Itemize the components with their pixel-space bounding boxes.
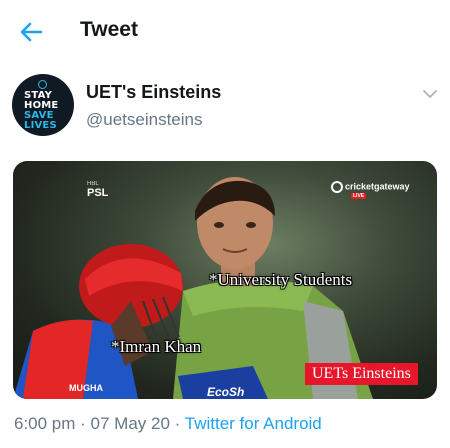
tweet-meta: 6:00 pm · 07 May 20 · Twitter for Androi… [14, 414, 322, 434]
tweet-menu-button[interactable] [418, 82, 442, 106]
meta-separator: · [75, 414, 91, 433]
tweet-source-link[interactable]: Twitter for Android [185, 414, 322, 433]
page-title: Tweet [80, 18, 138, 41]
avatar[interactable]: STAY HOME SAVE LIVES [12, 74, 74, 136]
virus-icon [38, 80, 47, 89]
author-handle[interactable]: @uetseinsteins [86, 110, 203, 130]
tweet-author: STAY HOME SAVE LIVES UET's Einsteins @ue… [0, 64, 450, 144]
tweet-media-image[interactable]: HBL PSL cricketgateway LIVE *University … [13, 161, 437, 399]
jersey-text: MUGHA [69, 383, 103, 393]
chevron-down-icon [423, 90, 437, 98]
author-display-name[interactable]: UET's Einsteins [86, 82, 221, 103]
tweet-time: 6:00 pm [14, 414, 76, 433]
avatar-text-line: LIVES [24, 120, 57, 131]
top-bar: Tweet [0, 0, 450, 62]
psl-logo: HBL PSL [87, 181, 108, 199]
meme-caption-top: *University Students [209, 270, 353, 289]
tweet-date: 07 May 20 [90, 414, 170, 433]
psl-logo-text: PSL [87, 187, 109, 199]
watermark-badge: UETs Einsteins [305, 363, 418, 385]
meta-separator: · [169, 414, 185, 433]
broadcaster-logo-text: cricketgateway [345, 181, 410, 192]
arrow-left-icon [20, 22, 43, 42]
broadcaster-live-badge: LIVE [351, 193, 367, 199]
sponsor-text: EcoSh [207, 385, 245, 399]
back-button[interactable] [16, 17, 46, 47]
broadcaster-ring-icon [331, 181, 343, 193]
meme-caption-bottom: *Imran Khan [111, 337, 202, 356]
broadcaster-logo: cricketgateway LIVE [331, 181, 410, 199]
psl-logo-sub: HBL [87, 181, 99, 187]
